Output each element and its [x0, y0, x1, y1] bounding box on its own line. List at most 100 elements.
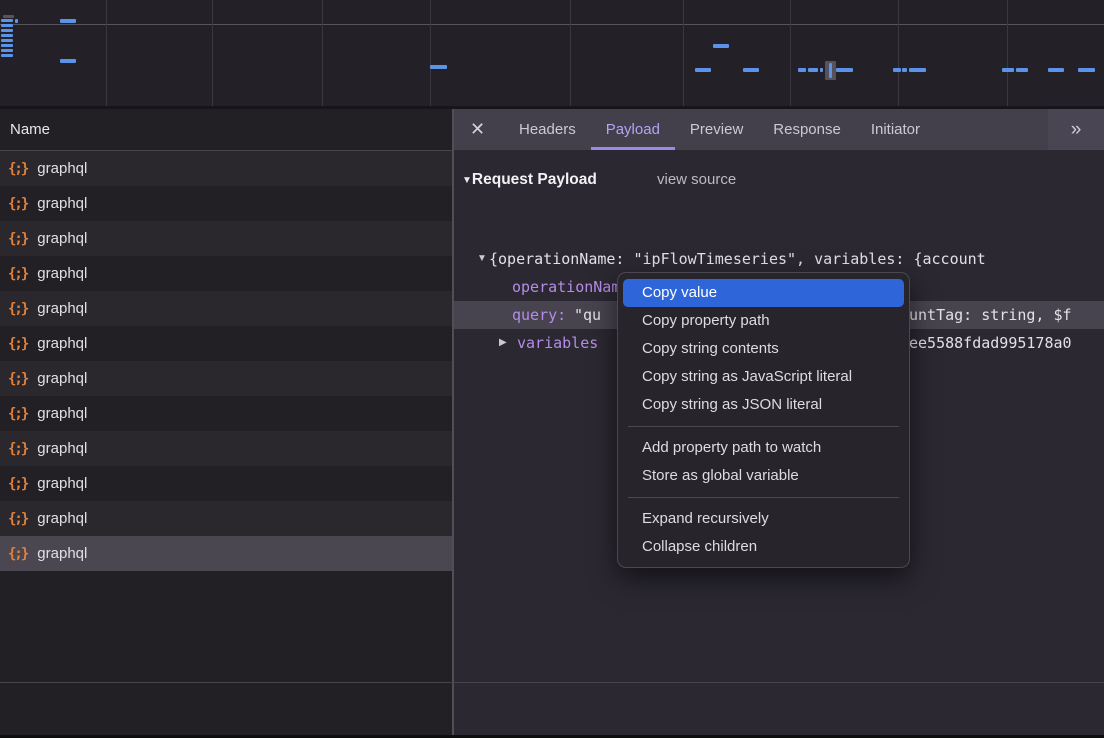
overview-bar	[1, 34, 13, 37]
json-braces-icon: {;}	[8, 336, 27, 352]
overview-bar	[60, 19, 76, 23]
overview-bar	[1002, 68, 1014, 72]
devtools-network-panel: Name {;}graphql{;}graphql{;}graphql{;}gr…	[0, 0, 1104, 738]
overview-gridline	[322, 0, 323, 106]
overview-gridline	[106, 0, 107, 106]
request-name-label: graphql	[37, 370, 87, 387]
root-preview-text: {operationName: "ipFlowTimeseries", vari…	[489, 245, 986, 273]
network-request-row[interactable]: {;}graphql	[0, 186, 452, 221]
overview-bar	[1, 24, 13, 27]
more-tabs-button[interactable]: »	[1048, 109, 1104, 150]
overview-bar	[1078, 68, 1095, 72]
overview-gridline	[790, 0, 791, 106]
overview-bar	[1, 44, 13, 47]
requests-panel: Name {;}graphql{;}graphql{;}graphql{;}gr…	[0, 109, 452, 735]
request-payload-header[interactable]: ▼Request Payload	[462, 166, 597, 194]
chevron-double-right-icon: »	[1071, 119, 1082, 141]
network-request-row[interactable]: {;}graphql	[0, 221, 452, 256]
overview-bar	[808, 68, 818, 72]
overview-gridline	[1007, 0, 1008, 106]
network-request-row[interactable]: {;}graphql	[0, 396, 452, 431]
overview-bar	[893, 68, 901, 72]
network-request-row[interactable]: {;} graphql	[0, 501, 452, 536]
window-bottom-edge	[0, 735, 1104, 738]
overview-bar	[820, 68, 823, 72]
overview-bar	[829, 63, 832, 78]
property-value-continued: untTag: string, $f	[909, 301, 1072, 329]
json-braces-icon: {;}	[8, 441, 27, 457]
network-request-row[interactable]: {;}graphql	[0, 466, 452, 501]
name-column-label: Name	[10, 121, 50, 138]
tree-root-row[interactable]: ▼ {operationName: "ipFlowTimeseries", va…	[454, 245, 1104, 273]
overview-lane-divider	[0, 24, 1104, 25]
network-request-row[interactable]: {;} graphql	[0, 326, 452, 361]
context-menu-item-expand-recursively[interactable]: Expand recursively	[623, 505, 904, 533]
overview-gridline	[683, 0, 684, 106]
requests-header[interactable]: Name	[0, 109, 452, 151]
overview-gridline	[212, 0, 213, 106]
tab-response[interactable]: Response	[758, 109, 856, 150]
request-payload-title: Request Payload	[472, 171, 597, 188]
tab-headers[interactable]: Headers	[504, 109, 591, 150]
tab-preview[interactable]: Preview	[675, 109, 758, 150]
property-value-start: "qu	[574, 301, 601, 329]
close-panel-button[interactable]: ✕	[466, 119, 504, 140]
context-menu-item-copy-string-contents[interactable]: Copy string contents	[623, 335, 904, 363]
context-menu-item-copy-property-path[interactable]: Copy property path	[623, 307, 904, 335]
view-source-link[interactable]: view source	[657, 166, 736, 194]
request-name-label: graphql	[37, 160, 87, 177]
context-menu-item-copy-value[interactable]: Copy value	[623, 279, 904, 307]
menu-separator	[628, 497, 899, 498]
request-name-label: graphql	[37, 440, 87, 457]
network-request-row[interactable]: {;} graphql	[0, 431, 452, 466]
network-request-row[interactable]: {;}graphql	[0, 151, 452, 186]
json-braces-icon: {;}	[8, 546, 27, 562]
panel-divider[interactable]	[452, 109, 454, 735]
overview-gridline	[898, 0, 899, 106]
json-braces-icon: {;}	[8, 511, 27, 527]
request-name-label: graphql	[37, 300, 87, 317]
overview-bar	[909, 68, 926, 72]
request-name-label: graphql	[37, 335, 87, 352]
network-request-row[interactable]: {;}graphql	[0, 361, 452, 396]
overview-bar	[60, 59, 76, 63]
overview-bar	[902, 68, 907, 72]
property-key: variables	[517, 329, 598, 357]
request-name-label: graphql	[37, 475, 87, 492]
tab-payload[interactable]: Payload	[591, 109, 675, 150]
network-request-row[interactable]: {;}graphql	[0, 256, 452, 291]
overview-bar	[1, 19, 13, 22]
context-menu-item-copy-string-as-json-literal[interactable]: Copy string as JSON literal	[623, 391, 904, 419]
request-name-label: graphql	[37, 545, 87, 562]
disclosure-triangle-icon[interactable]: ▼	[462, 175, 472, 186]
context-menu-item-add-property-path-to-watch[interactable]: Add property path to watch	[623, 434, 904, 462]
request-name-label: graphql	[37, 510, 87, 527]
details-tabbar: ✕ HeadersPayloadPreviewResponseInitiator…	[454, 109, 1104, 150]
overview-bar	[1, 39, 13, 42]
json-braces-icon: {;}	[8, 266, 27, 282]
overview-bar	[1048, 68, 1064, 72]
overview-bar	[713, 44, 729, 48]
close-icon: ✕	[470, 119, 485, 139]
disclosure-triangle-icon[interactable]: ▶	[499, 329, 507, 357]
overview-bar	[430, 65, 447, 69]
overview-bar	[1, 29, 13, 32]
disclosure-triangle-icon[interactable]: ▼	[477, 245, 487, 273]
context-menu-item-store-as-global-variable[interactable]: Store as global variable	[623, 462, 904, 490]
overview-bar	[3, 15, 14, 18]
context-menu-item-collapse-children[interactable]: Collapse children	[623, 533, 904, 561]
overview-bar	[798, 68, 806, 72]
context-menu-item-copy-string-as-javascript-literal[interactable]: Copy string as JavaScript literal	[623, 363, 904, 391]
overview-bar	[695, 68, 711, 72]
network-request-row[interactable]: {;} graphql	[0, 291, 452, 326]
request-name-label: graphql	[37, 405, 87, 422]
json-braces-icon: {;}	[8, 301, 27, 317]
overview-bar	[15, 19, 18, 23]
network-request-row[interactable]: {;} graphql	[0, 536, 452, 571]
network-overview-timeline[interactable]	[0, 0, 1104, 109]
overview-bar	[743, 68, 759, 72]
property-value-continued: ee5588fdad995178a0	[909, 329, 1072, 357]
context-menu: Copy valueCopy property pathCopy string …	[617, 272, 910, 568]
tab-initiator[interactable]: Initiator	[856, 109, 935, 150]
request-list: {;} graphql {;} graphql {;} graphql {;} graphql…	[0, 151, 452, 571]
